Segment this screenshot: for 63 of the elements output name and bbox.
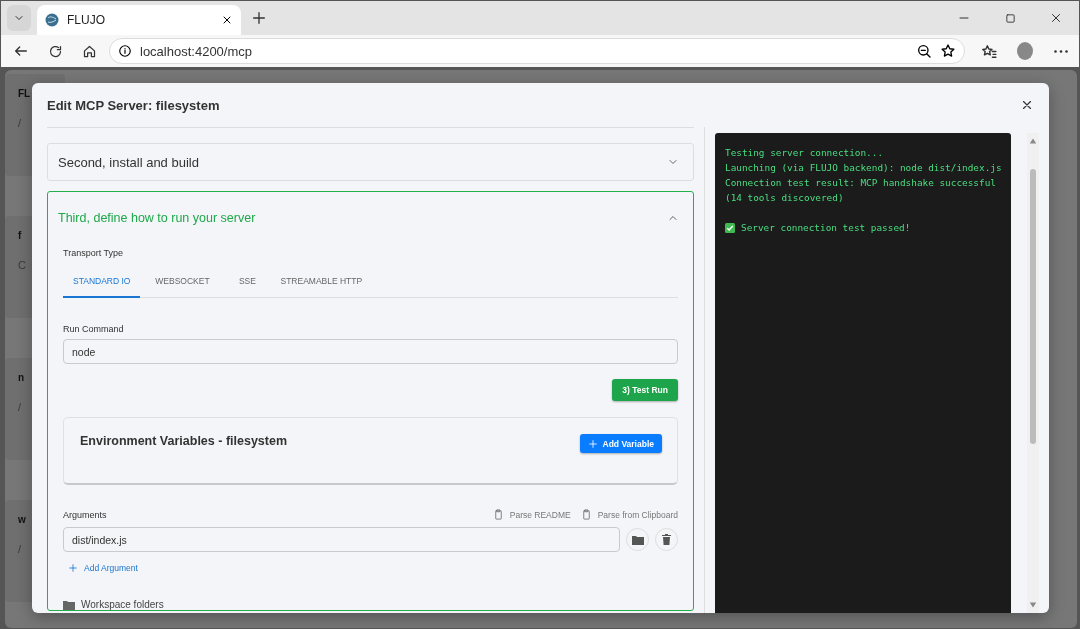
close-icon [1050, 12, 1062, 24]
plus-icon [251, 10, 267, 26]
transport-tab[interactable]: STANDARD IO [63, 266, 141, 298]
transport-tab[interactable]: STREAMABLE HTTP [270, 266, 373, 298]
add-argument-link[interactable]: Add Argument [68, 563, 138, 573]
close-icon [1020, 98, 1034, 112]
add-variable-button[interactable]: Add Variable [579, 434, 662, 453]
log-line: Testing server connection... [725, 146, 885, 160]
accordion-title[interactable]: Second, install and build [58, 154, 199, 170]
field-label: Transport Type [63, 248, 125, 258]
input-field[interactable]: node [63, 339, 678, 364]
maximize-icon [1004, 12, 1016, 24]
delete-button[interactable] [655, 528, 678, 551]
check-box-icon [725, 222, 735, 233]
info-icon [118, 44, 132, 58]
transport-tab[interactable]: SSE [224, 266, 271, 298]
plus-icon [587, 438, 598, 449]
card-title: f [18, 230, 22, 241]
field-label: Arguments [63, 509, 107, 520]
test-run-button[interactable]: 3) Test Run [612, 379, 678, 401]
star-icon [940, 43, 956, 59]
card-subtitle: / [18, 543, 22, 555]
scroll-down-icon [1029, 601, 1037, 609]
clipboard-icon [492, 509, 504, 520]
address-bar[interactable]: localhost:4200/mcp [109, 38, 965, 64]
browser-tab[interactable]: FLUJO [37, 5, 241, 35]
home-icon [81, 43, 97, 59]
close-icon [221, 14, 233, 26]
clipboard-icon [580, 509, 592, 520]
folder-icon [631, 534, 644, 545]
plus-icon [68, 563, 78, 573]
log-line: Launching (via FLUJO backend): node dist/index.js [725, 161, 1001, 175]
card-title: Environment Variables - filesystem [80, 434, 288, 448]
section-label: Workspace folders [81, 599, 164, 610]
back-arrow-icon [13, 43, 29, 59]
card-title: FL [18, 88, 31, 99]
tab-title: FLUJO [67, 13, 106, 27]
zoom-out-icon [916, 43, 932, 59]
accordion-title[interactable]: Third, define how to run your server [58, 211, 256, 225]
folder-button[interactable] [626, 528, 649, 551]
transport-tab[interactable]: WEBSOCKET [140, 266, 225, 298]
scroll-up-icon [1029, 137, 1037, 145]
dialog-title: Edit MCP Server: filesystem [47, 97, 220, 113]
folder-icon [63, 599, 75, 610]
scrollbar[interactable] [1027, 133, 1039, 613]
log-line: Server connection test passed! [741, 221, 911, 235]
field-label: Run Command [63, 324, 125, 334]
parse-button[interactable]: Parse README [492, 509, 571, 520]
url-text: localhost:4200/mcp [140, 43, 253, 59]
profile-avatar[interactable] [1017, 42, 1033, 60]
card-title: n [18, 372, 25, 383]
star-list-icon [980, 42, 998, 60]
card-subtitle: / [18, 401, 22, 413]
log-line: Connection test result: MCP handshake successful [725, 176, 997, 190]
trash-icon [662, 534, 671, 545]
card-title: w [18, 514, 26, 525]
more-icon [1054, 49, 1068, 53]
log-line: (14 tools discovered) [725, 191, 845, 205]
card-subtitle: / [18, 117, 22, 129]
globe-icon [45, 13, 59, 27]
parse-button[interactable]: Parse from Clipboard [580, 509, 678, 520]
input-field[interactable]: dist/index.js [63, 527, 620, 552]
reload-icon [47, 43, 63, 59]
